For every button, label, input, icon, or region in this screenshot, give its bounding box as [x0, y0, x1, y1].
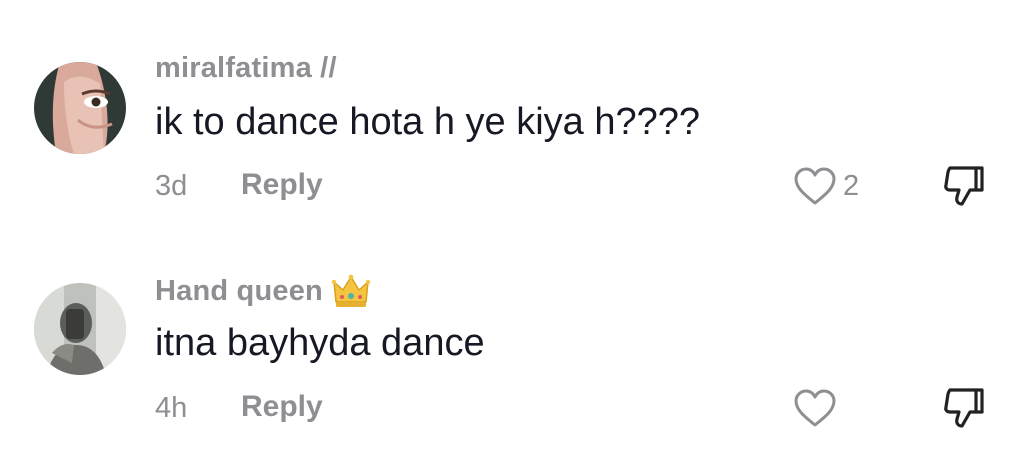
avatar[interactable]: [34, 283, 126, 375]
username[interactable]: Hand queen: [155, 275, 323, 308]
crown-icon: [331, 274, 371, 307]
comment-time: 4h: [155, 392, 188, 424]
username-row: Hand queen: [155, 272, 371, 310]
heart-outline-icon: [794, 389, 836, 427]
thumbs-down-icon: [944, 388, 984, 428]
comment-text: itna bayhyda dance: [155, 322, 485, 364]
like-button[interactable]: [793, 388, 843, 428]
dislike-button[interactable]: [940, 384, 988, 432]
reply-button[interactable]: Reply: [241, 390, 323, 424]
avatar-image: [34, 283, 126, 375]
comment-item: Hand queen itna bayhyda dance 4h Reply: [0, 0, 1024, 428]
